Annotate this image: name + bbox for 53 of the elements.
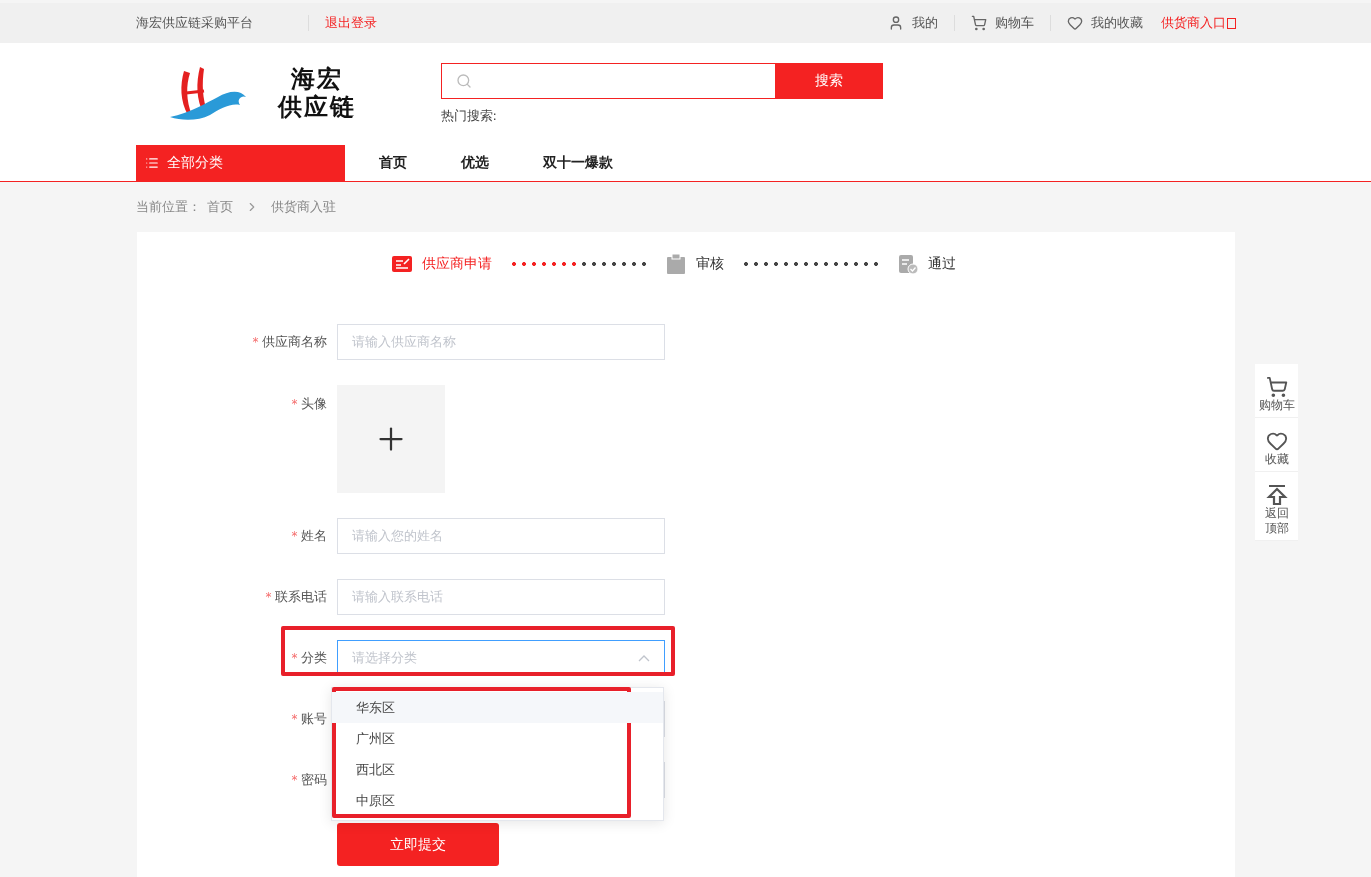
- heart-icon: [1066, 15, 1083, 31]
- entry-icon: [1226, 17, 1236, 29]
- dropdown-option[interactable]: 中原区: [332, 785, 663, 816]
- nav-link[interactable]: 优选: [460, 145, 489, 181]
- breadcrumb-prefix: 当前位置：: [135, 198, 201, 216]
- submit-button[interactable]: 立即提交: [336, 823, 499, 866]
- field-label: 姓名: [300, 527, 327, 545]
- field-label: 联系电话: [274, 588, 327, 606]
- dropdown-option[interactable]: 华东区: [332, 692, 663, 723]
- field-label: 密码: [300, 771, 327, 789]
- side-panel-item[interactable]: 购物车: [1255, 364, 1298, 418]
- checked-document-icon: [897, 254, 918, 274]
- logout-link[interactable]: 退出登录: [324, 14, 377, 32]
- search-button[interactable]: 搜索: [774, 63, 883, 99]
- required-mark: *: [252, 335, 259, 349]
- nav-link[interactable]: 首页: [378, 145, 407, 181]
- field-label: 头像: [300, 395, 327, 413]
- search-icon: [455, 73, 472, 89]
- heart-icon: [1265, 430, 1288, 452]
- step-label: 审核: [695, 255, 724, 273]
- field-label: 供应商名称: [261, 333, 327, 351]
- chevron-icon: [637, 654, 650, 662]
- back-to-top-icon: [1265, 484, 1288, 506]
- search-field[interactable]: [440, 63, 775, 99]
- required-mark: *: [291, 773, 298, 787]
- cart-icon: [1265, 376, 1288, 398]
- logo-text: 海宏 供应链: [277, 65, 356, 121]
- breadcrumb-link[interactable]: 首页: [206, 198, 233, 216]
- required-mark: *: [291, 712, 298, 726]
- dropdown-option[interactable]: 广州区: [332, 723, 663, 754]
- step-label: 通过: [927, 255, 956, 273]
- supplier-entry-link[interactable]: 供货商入口: [1160, 14, 1226, 32]
- field-label: 分类: [300, 649, 327, 667]
- step-label: 供应商申请: [421, 255, 492, 273]
- hot-search-label: 热门搜索:: [440, 107, 498, 125]
- top-link[interactable]: 我的: [911, 14, 938, 32]
- side-panel-item[interactable]: 收藏: [1255, 418, 1298, 472]
- top-link[interactable]: 购物车: [994, 14, 1034, 32]
- platform-name: 海宏供应链采购平台: [135, 14, 253, 32]
- all-categories-button[interactable]: 全部分类: [135, 145, 345, 181]
- field-label: 账号: [300, 710, 327, 728]
- side-panel-item[interactable]: 返回顶部: [1255, 472, 1298, 541]
- dropdown-option[interactable]: 西北区: [332, 754, 663, 785]
- nav-link[interactable]: 双十一爆款: [542, 145, 613, 181]
- required-mark: *: [291, 529, 298, 543]
- list-icon: [144, 156, 159, 170]
- cart-icon: [970, 15, 987, 31]
- top-link[interactable]: 我的收藏: [1090, 14, 1143, 32]
- required-mark: *: [265, 590, 272, 604]
- required-mark: *: [291, 397, 298, 411]
- clipboard-icon: [665, 254, 686, 274]
- form-icon: [391, 256, 412, 272]
- required-mark: *: [291, 651, 298, 665]
